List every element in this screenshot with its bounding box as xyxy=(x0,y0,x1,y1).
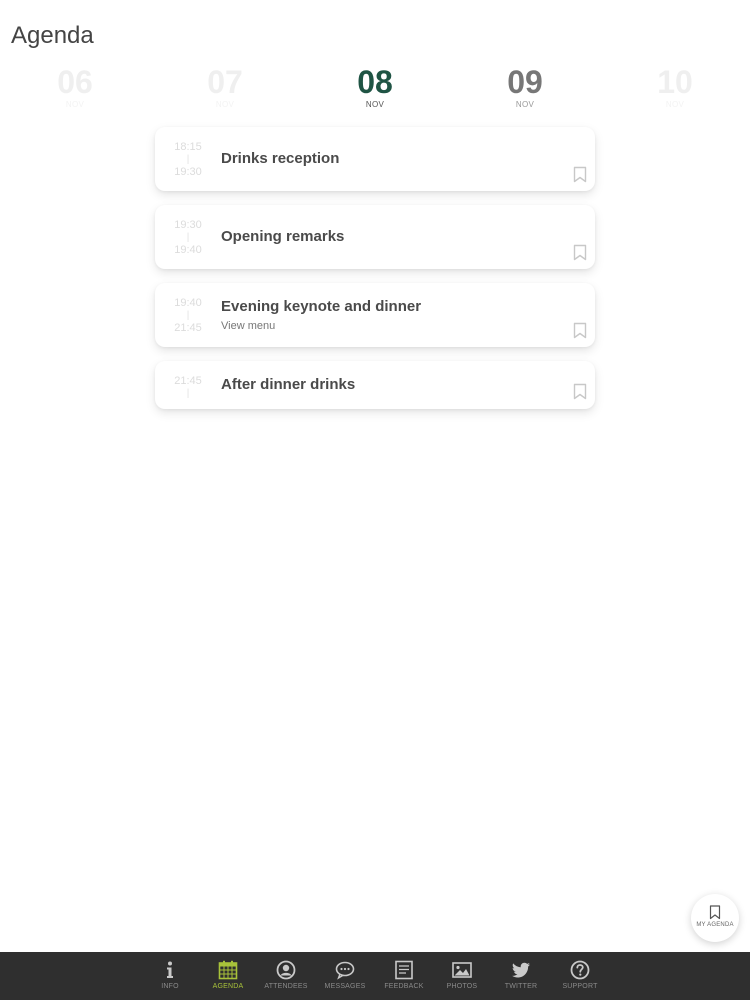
date-day: 07 xyxy=(207,64,243,100)
session-card[interactable]: 19:30 | 19:40 Opening remarks xyxy=(155,205,595,269)
nav-item-photos[interactable]: PHOTOS xyxy=(433,952,491,1000)
date-day: 09 xyxy=(507,64,543,100)
chat-icon xyxy=(335,961,355,980)
session-times: 19:40 | 21:45 xyxy=(170,297,206,334)
bookmark-icon[interactable] xyxy=(573,322,587,339)
date-month: NOV xyxy=(65,100,85,109)
agenda-screen: Agenda 06 NOV 07 NOV 08 NOV 09 NOV 10 NO… xyxy=(0,0,750,1000)
session-times: 18:15 | 19:30 xyxy=(170,141,206,178)
nav-label: MESSAGES xyxy=(324,983,366,990)
session-title: Drinks reception xyxy=(221,150,340,167)
session-end-time: 19:30 xyxy=(174,166,202,178)
nav-label: AGENDA xyxy=(212,983,244,990)
info-icon xyxy=(167,961,173,978)
user-icon xyxy=(276,960,296,980)
nav-label: ATTENDEES xyxy=(264,983,308,990)
date-tab-07[interactable]: 07 NOV xyxy=(180,62,270,110)
session-start-time: 21:45 xyxy=(174,375,202,387)
nav-item-feedback[interactable]: FEEDBACK xyxy=(375,952,433,1000)
date-day: 08 xyxy=(357,64,393,100)
date-day: 06 xyxy=(57,64,93,100)
nav-item-info[interactable]: INFO xyxy=(141,952,199,1000)
date-tab-09[interactable]: 09 NOV xyxy=(480,62,570,110)
nav-label: SUPPORT xyxy=(562,983,598,990)
nav-item-attendees[interactable]: ATTENDEES xyxy=(257,952,315,1000)
session-times: 19:30 | 19:40 xyxy=(170,219,206,256)
time-separator: | xyxy=(186,154,190,165)
calendar-icon xyxy=(218,960,238,980)
time-separator: | xyxy=(186,232,190,243)
time-separator: | xyxy=(186,310,190,321)
session-card[interactable]: 19:40 | 21:45 Evening keynote and dinner… xyxy=(155,283,595,347)
bookmark-icon xyxy=(709,905,721,920)
session-title: After dinner drinks xyxy=(221,376,356,393)
session-end-time: 19:40 xyxy=(174,244,202,256)
page-title: Agenda xyxy=(11,22,94,49)
nav-label: FEEDBACK xyxy=(384,983,424,990)
date-strip: 06 NOV 07 NOV 08 NOV 09 NOV 10 NOV xyxy=(0,62,750,112)
my-agenda-button[interactable]: MY AGENDA xyxy=(691,894,739,942)
bookmark-icon[interactable] xyxy=(573,166,587,183)
twitter-icon xyxy=(512,962,530,978)
date-month: NOV xyxy=(665,100,685,109)
help-icon xyxy=(570,960,590,980)
my-agenda-label: MY AGENDA xyxy=(696,922,734,928)
photo-icon xyxy=(452,962,472,978)
bottom-nav: INFO AGENDA ATTENDEES MESSAGES FEEDBACK … xyxy=(0,952,750,1000)
date-tab-06[interactable]: 06 NOV xyxy=(30,62,120,110)
session-start-time: 18:15 xyxy=(174,141,202,153)
date-month: NOV xyxy=(215,100,235,109)
time-separator: | xyxy=(186,388,190,399)
nav-label: INFO xyxy=(161,983,179,990)
nav-item-messages[interactable]: MESSAGES xyxy=(316,952,374,1000)
date-month: NOV xyxy=(365,100,385,109)
session-card[interactable]: 21:45 | After dinner drinks xyxy=(155,361,595,409)
nav-item-agenda[interactable]: AGENDA xyxy=(199,952,257,1000)
nav-item-twitter[interactable]: TWITTER xyxy=(492,952,550,1000)
date-tab-08[interactable]: 08 NOV xyxy=(330,62,420,110)
feedback-icon xyxy=(395,960,413,980)
bookmark-icon[interactable] xyxy=(573,244,587,261)
session-card[interactable]: 18:15 | 19:30 Drinks reception xyxy=(155,127,595,191)
view-menu-link[interactable]: View menu xyxy=(221,320,275,332)
date-month: NOV xyxy=(515,100,535,109)
session-title: Evening keynote and dinner xyxy=(221,298,422,315)
date-tab-10[interactable]: 10 NOV xyxy=(630,62,720,110)
session-title: Opening remarks xyxy=(221,228,345,245)
session-end-time: 21:45 xyxy=(174,322,202,334)
session-start-time: 19:40 xyxy=(174,297,202,309)
session-start-time: 19:30 xyxy=(174,219,202,231)
bookmark-icon[interactable] xyxy=(573,383,587,400)
nav-label: PHOTOS xyxy=(446,983,478,990)
nav-label: TWITTER xyxy=(504,983,538,990)
nav-item-support[interactable]: SUPPORT xyxy=(551,952,609,1000)
session-times: 21:45 | xyxy=(170,375,206,400)
date-day: 10 xyxy=(657,64,693,100)
